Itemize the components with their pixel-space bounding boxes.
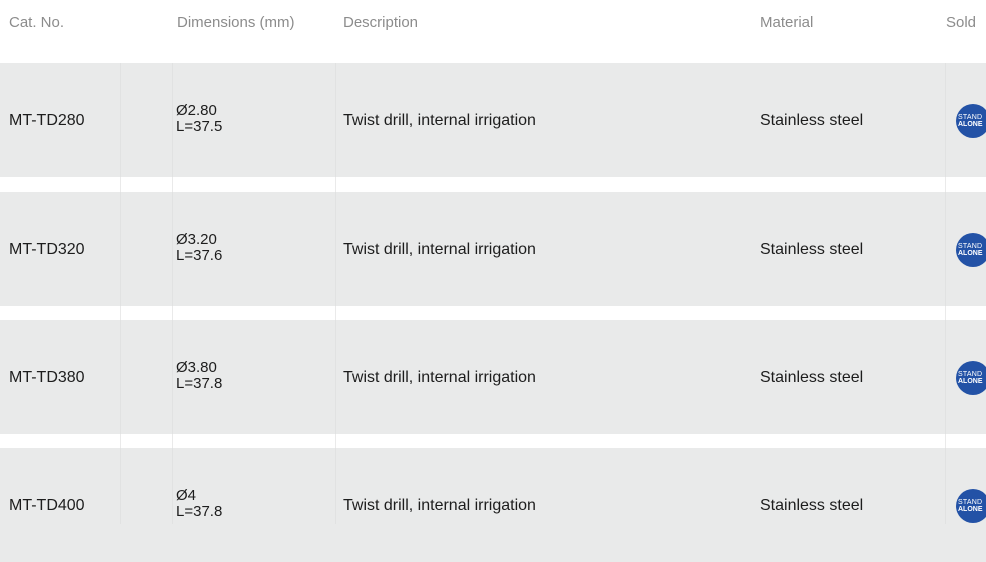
header-sold: Sold xyxy=(946,14,977,31)
material: Stainless steel xyxy=(760,369,864,386)
badge-line-1: STAND xyxy=(958,243,983,250)
dimensions: Ø3.20 L=37.6 xyxy=(176,232,222,264)
table-row: MT-TD280 Ø2.80 L=37.5 Twist drill, inter… xyxy=(0,63,986,177)
description: Twist drill, internal irrigation xyxy=(343,112,536,129)
dimensions: Ø4 L=37.8 xyxy=(176,488,222,520)
header-description: Description xyxy=(343,14,419,31)
header-material: Material xyxy=(760,14,814,31)
material: Stainless steel xyxy=(760,112,864,129)
cat-no: MT-TD400 xyxy=(9,497,85,514)
column-divider xyxy=(335,63,336,524)
column-divider xyxy=(172,63,173,524)
table-header: Cat. No. Dimensions (mm) Description Mat… xyxy=(0,0,986,48)
table-row: MT-TD400 Ø4 L=37.8 Twist drill, internal… xyxy=(0,448,986,562)
length: L=37.8 xyxy=(176,503,223,520)
badge-line-1: STAND xyxy=(958,499,983,506)
badge-line-1: STAND xyxy=(958,371,983,378)
diameter: Ø4 xyxy=(176,487,197,504)
badge-line-2: ALONE xyxy=(958,121,983,128)
description: Twist drill, internal irrigation xyxy=(343,497,536,514)
diameter: Ø3.80 xyxy=(176,359,217,376)
badge-line-2: ALONE xyxy=(958,250,983,257)
length: L=37.8 xyxy=(176,375,223,392)
description: Twist drill, internal irrigation xyxy=(343,241,536,258)
cat-no: MT-TD380 xyxy=(9,369,85,386)
header-dimensions: Dimensions (mm) xyxy=(177,14,295,31)
badge-line-2: ALONE xyxy=(958,506,983,513)
column-divider xyxy=(945,63,946,524)
cat-no: MT-TD280 xyxy=(9,112,85,129)
diameter: Ø2.80 xyxy=(176,102,217,119)
material: Stainless steel xyxy=(760,241,864,258)
length: L=37.5 xyxy=(176,118,223,135)
header-cat-no: Cat. No. xyxy=(9,14,65,31)
badge-line-2: ALONE xyxy=(958,378,983,385)
dimensions: Ø2.80 L=37.5 xyxy=(176,103,222,135)
table-row: MT-TD380 Ø3.80 L=37.8 Twist drill, inter… xyxy=(0,320,986,434)
badge-line-1: STAND xyxy=(958,114,983,121)
dimensions: Ø3.80 L=37.8 xyxy=(176,360,222,392)
material: Stainless steel xyxy=(760,497,864,514)
stand-alone-badge: STAND ALONE xyxy=(956,233,986,267)
column-divider xyxy=(120,63,121,524)
stand-alone-badge: STAND ALONE xyxy=(956,489,986,523)
diameter: Ø3.20 xyxy=(176,231,217,248)
stand-alone-badge: STAND ALONE xyxy=(956,104,986,138)
length: L=37.6 xyxy=(176,247,223,264)
description: Twist drill, internal irrigation xyxy=(343,369,536,386)
cat-no: MT-TD320 xyxy=(9,241,85,258)
table-row: MT-TD320 Ø3.20 L=37.6 Twist drill, inter… xyxy=(0,192,986,306)
stand-alone-badge: STAND ALONE xyxy=(956,361,986,395)
